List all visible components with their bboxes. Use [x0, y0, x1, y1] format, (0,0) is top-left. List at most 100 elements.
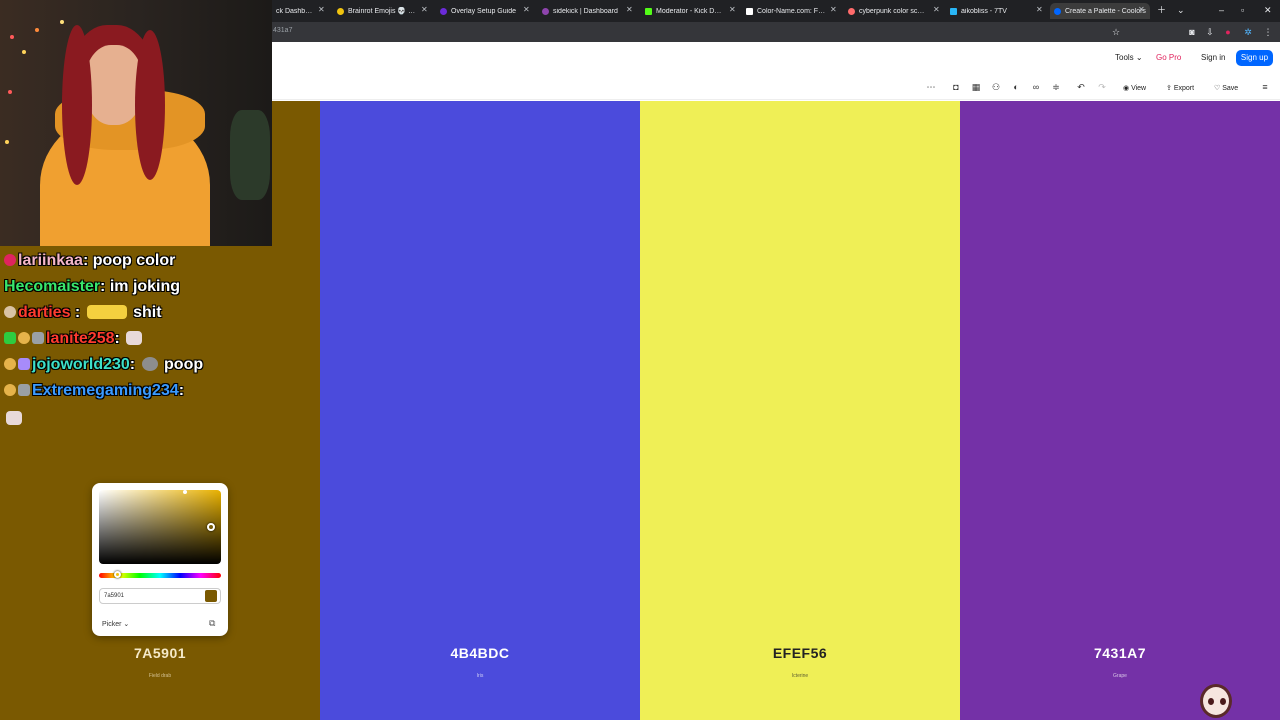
- heart-icon: ♡: [1214, 85, 1221, 92]
- chat-text: :: [70, 304, 85, 321]
- subscriber-badge-icon: [18, 358, 30, 370]
- maximize-icon[interactable]: ▫: [1241, 4, 1244, 16]
- swatch-hex[interactable]: 7431A7: [960, 645, 1280, 661]
- puzzle-extension-icon[interactable]: ✲: [1242, 26, 1254, 38]
- tab-overlay-setup-guide[interactable]: Overlay Setup Guide: [436, 3, 526, 19]
- save-label: Save: [1222, 85, 1239, 92]
- saturation-thumb[interactable]: [207, 523, 215, 531]
- close-tab-icon[interactable]: ✕: [1036, 5, 1043, 15]
- top-nav: Tools ⌄ Go Pro Sign in Sign up: [272, 42, 1280, 72]
- close-tab-icon[interactable]: ✕: [1138, 5, 1145, 15]
- undo-icon[interactable]: ↶: [1075, 81, 1087, 93]
- tab-search-chevron-icon[interactable]: ⌄: [1177, 4, 1185, 16]
- swatch-hex[interactable]: 7A5901: [0, 645, 320, 661]
- color-picker-popup: 7a5901 Picker ⌄ ⧉: [92, 483, 228, 636]
- close-window-icon[interactable]: ✕: [1264, 4, 1272, 16]
- browser-menu-icon[interactable]: ⋮: [1262, 26, 1274, 38]
- streamer-hair-right: [135, 30, 165, 180]
- close-tab-icon[interactable]: ✕: [421, 5, 428, 15]
- chibi-head: [1200, 684, 1232, 718]
- camera-icon[interactable]: ◘: [950, 81, 962, 93]
- tab-create-palette-coolors[interactable]: Create a Palette - Coolors: [1050, 3, 1150, 19]
- chat-message: darties : shit: [4, 304, 162, 322]
- chat-username: Extremegaming234: [32, 382, 179, 399]
- export-button[interactable]: ⇪ Export: [1166, 84, 1194, 92]
- redo-icon[interactable]: ↷: [1096, 81, 1108, 93]
- screen: ck Dashboard ✕ Brainrot Emojis 💀 😭 👌 | ✕…: [0, 0, 1280, 720]
- nodes-icon[interactable]: ⚇: [990, 81, 1002, 93]
- go-pro-link[interactable]: Go Pro: [1156, 53, 1181, 62]
- tab-cyberpunk-colors[interactable]: cyberpunk color scheme at: [844, 3, 932, 19]
- swatch-hex[interactable]: 4B4BDC: [320, 645, 640, 661]
- fairy-light: [8, 90, 12, 94]
- close-tab-icon[interactable]: ✕: [523, 5, 530, 15]
- copy-icon[interactable]: ⧉: [209, 618, 215, 629]
- extension-icon[interactable]: ◙: [1186, 26, 1198, 38]
- close-tab-icon[interactable]: ✕: [830, 5, 837, 15]
- bookmark-star-icon[interactable]: ☆: [1110, 26, 1122, 38]
- close-tab-icon[interactable]: ✕: [729, 5, 736, 15]
- cookie-badge-icon: [4, 306, 16, 318]
- cat-emote-icon: [126, 331, 143, 345]
- new-tab-icon[interactable]: ＋: [1157, 4, 1166, 16]
- cookie-badge-icon: [4, 384, 16, 396]
- tools-menu[interactable]: Tools ⌄: [1115, 53, 1143, 62]
- tab-color-name[interactable]: Color-Name.com: Find nam: [742, 3, 830, 19]
- glasses-icon[interactable]: ∞: [1030, 81, 1042, 93]
- chat-message-continued: [4, 410, 24, 428]
- view-button[interactable]: ◉ View: [1123, 84, 1146, 92]
- contrast-icon[interactable]: ◐: [1010, 81, 1022, 93]
- close-tab-icon[interactable]: ✕: [626, 5, 633, 15]
- emoji-favicon-icon: [337, 7, 344, 15]
- chat-message: jojoworld230: poop: [4, 356, 203, 374]
- close-tab-icon[interactable]: ✕: [318, 5, 325, 15]
- chat-text: shit: [128, 304, 162, 321]
- fairy-light: [5, 140, 9, 144]
- tab-sidekick-dashboard[interactable]: sidekick | Dashboard: [538, 3, 628, 19]
- coolors-favicon-icon: [1054, 7, 1061, 15]
- url-text[interactable]: 431a7: [273, 27, 292, 34]
- hue-thumb[interactable]: [114, 571, 121, 578]
- sign-in-link[interactable]: Sign in: [1201, 53, 1225, 62]
- swatch-hex[interactable]: EFEF56: [640, 645, 960, 661]
- tab-moderator-kick[interactable]: Moderator - Kick Dashboard: [641, 3, 729, 19]
- swatch-color-name[interactable]: Field drab: [0, 673, 320, 679]
- minimize-icon[interactable]: –: [1219, 4, 1224, 16]
- eye-icon: ◉: [1123, 85, 1130, 92]
- tab-aikobliss-7tv[interactable]: aikobliss - 7TV: [946, 3, 1036, 19]
- tab-label: Moderator - Kick Dashboard: [656, 7, 725, 15]
- webcam-overlay: [0, 0, 272, 246]
- chevron-down-icon: ⌄: [123, 621, 130, 628]
- profile-extension-icon[interactable]: ●: [1222, 26, 1234, 38]
- share-icon: ⇪: [1166, 85, 1172, 92]
- palette-favicon-icon: [848, 7, 855, 15]
- tab-kick-dashboard[interactable]: ck Dashboard: [272, 3, 320, 19]
- saturation-value-area[interactable]: [99, 490, 221, 564]
- picker-mode-dropdown[interactable]: Picker ⌄: [102, 620, 129, 628]
- tab-brainrot-emojis[interactable]: Brainrot Emojis 💀 😭 👌 |: [333, 3, 421, 19]
- chat-text: :: [114, 330, 125, 347]
- chat-username: jojoworld230: [32, 356, 130, 373]
- grid-icon[interactable]: ▦: [970, 81, 982, 93]
- hamburger-menu-icon[interactable]: ≡: [1259, 81, 1271, 93]
- fairy-light: [22, 50, 26, 54]
- chat-text: :: [129, 356, 140, 373]
- downloads-icon[interactable]: ⇩: [1204, 26, 1216, 38]
- close-tab-icon[interactable]: ✕: [933, 5, 940, 15]
- swatch-4[interactable]: 7431A7 Grape: [960, 101, 1280, 720]
- poop-emote-icon: [141, 357, 158, 371]
- swatch-color-name[interactable]: Icterine: [640, 673, 960, 679]
- more-options-icon[interactable]: ⋯: [925, 81, 937, 93]
- swatch-3[interactable]: EFEF56 Icterine: [640, 101, 960, 720]
- kick-favicon-icon: [645, 7, 652, 15]
- streamer-hair-left: [62, 25, 92, 185]
- sign-up-button[interactable]: Sign up: [1236, 50, 1273, 66]
- cookie-badge-icon: [18, 332, 30, 344]
- fairy-light: [10, 35, 14, 39]
- adjust-sliders-icon[interactable]: ≑: [1050, 81, 1062, 93]
- swatch-color-name[interactable]: Iris: [320, 673, 640, 679]
- hex-input[interactable]: 7a5901: [99, 588, 221, 604]
- save-button[interactable]: ♡ Save: [1214, 84, 1238, 92]
- swatch-2[interactable]: 4B4BDC Iris: [320, 101, 640, 720]
- swatch-color-name[interactable]: Grape: [960, 673, 1280, 679]
